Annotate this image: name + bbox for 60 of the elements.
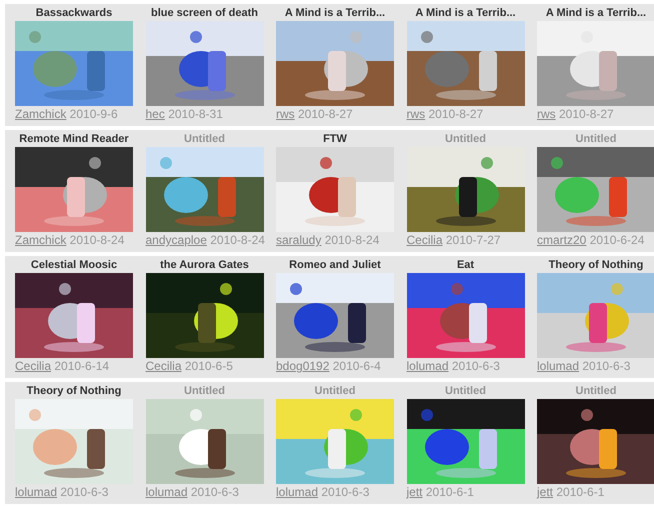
author-link[interactable]: lolumad (406, 359, 449, 373)
item-title: Celestial Moosic (30, 259, 118, 272)
author-link[interactable]: Cecilia (146, 359, 182, 373)
date-text: 2010-6-3 (581, 359, 630, 373)
item-title: A Mind is a Terrib... (284, 7, 386, 20)
item-title: Romeo and Juliet (288, 259, 382, 272)
author-link[interactable]: Cecilia (15, 359, 52, 373)
date-text: 2010-6-5 (184, 359, 233, 373)
author-link[interactable]: Zamchick (15, 233, 66, 247)
author-link[interactable]: hec (146, 107, 165, 121)
date-text: 2010-9-6 (68, 107, 118, 121)
date-text: 2010-6-3 (320, 485, 370, 499)
author-link[interactable]: jett (537, 485, 554, 499)
item-title: Eat (456, 259, 476, 272)
item-title: Bassackwards (34, 7, 114, 20)
date-text: 2010-6-14 (53, 359, 110, 373)
date-text: 2010-6-4 (332, 359, 381, 373)
date-text: 2010-8-24 (68, 233, 124, 247)
item-title: Theory of Nothing (26, 385, 122, 398)
date-text: 2010-8-24 (209, 233, 265, 247)
item-title: Untitled (574, 385, 618, 398)
author-link[interactable]: jett (406, 485, 423, 499)
date-text: 2010-6-1 (424, 485, 474, 499)
author-link[interactable]: saraludy (276, 233, 322, 247)
author-link[interactable]: rws (276, 107, 295, 121)
date-text: 2010-7-27 (444, 233, 501, 247)
author-link[interactable]: Zamchick (15, 107, 66, 121)
item-title: Remote Mind Reader (18, 133, 130, 146)
date-text: 2010-6-3 (450, 359, 500, 373)
date-text: 2010-8-27 (558, 107, 614, 121)
item-title: blue screen of death (150, 7, 259, 20)
author-link[interactable]: lolumad (276, 485, 318, 499)
item-title: Untitled (574, 133, 618, 146)
date-text: 2010-8-24 (324, 233, 380, 247)
item-title: FTW (322, 133, 348, 146)
date-text: 2010-6-1 (555, 485, 604, 499)
author-link[interactable]: cmartz20 (537, 233, 586, 247)
author-link[interactable]: lolumad (537, 359, 580, 373)
author-link[interactable]: lolumad (146, 485, 188, 499)
item-title: A Mind is a Terrib... (544, 7, 648, 20)
author-link[interactable]: rws (537, 107, 556, 121)
item-title: Untitled (183, 385, 226, 398)
author-link[interactable]: andycaploe (146, 233, 207, 247)
item-title: Untitled (444, 385, 487, 398)
item-title: Untitled (183, 133, 226, 146)
item-title: Untitled (444, 133, 487, 146)
item-title: A Mind is a Terrib... (414, 7, 517, 20)
item-title: Untitled (314, 385, 356, 398)
author-link[interactable]: rws (406, 107, 426, 121)
author-link[interactable]: lolumad (15, 485, 58, 499)
item-title: the Aurora Gates (159, 259, 250, 272)
author-link[interactable]: Cecilia (406, 233, 443, 247)
date-text: 2010-8-27 (428, 107, 484, 121)
date-text: 2010-6-3 (190, 485, 239, 499)
date-text: 2010-8-31 (167, 107, 223, 121)
author-link[interactable]: bdog0192 (276, 359, 330, 373)
date-text: 2010-6-24 (588, 233, 644, 247)
item-title: Theory of Nothing (548, 259, 644, 272)
date-text: 2010-6-3 (59, 485, 108, 499)
date-text: 2010-8-27 (297, 107, 353, 121)
